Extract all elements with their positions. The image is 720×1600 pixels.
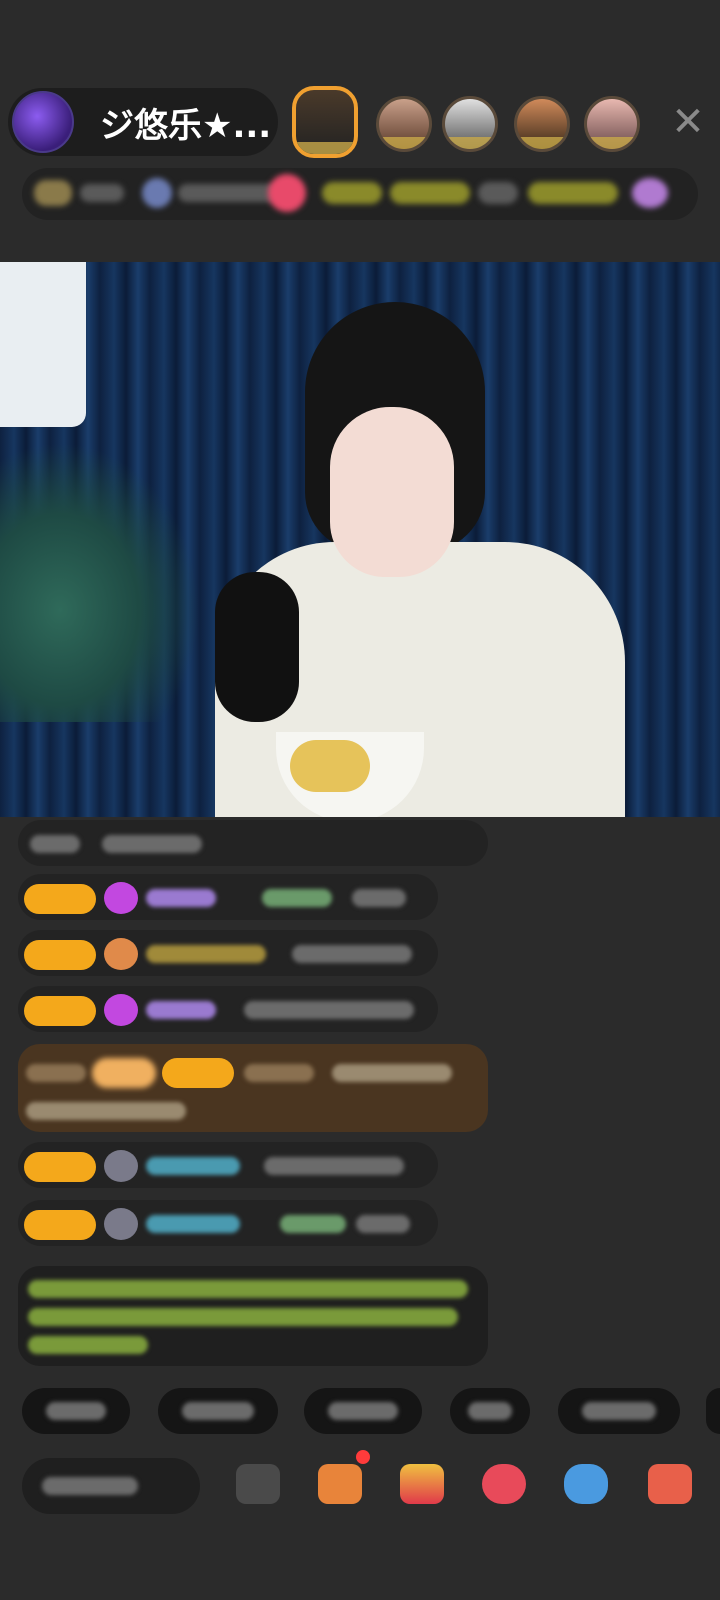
blurred-tag-4[interactable] xyxy=(528,182,618,204)
more-grid-icon[interactable] xyxy=(648,1464,692,1504)
system-notice xyxy=(18,1266,488,1366)
plant xyxy=(0,442,200,722)
host-name: ジ悠乐★... xyxy=(100,105,272,146)
purple-icon[interactable] xyxy=(632,178,668,208)
quick-reply-chip[interactable] xyxy=(558,1388,680,1434)
viewer-avatar-3[interactable] xyxy=(442,96,498,152)
gem-icon xyxy=(104,882,138,914)
level-badge xyxy=(24,884,96,914)
gift-message[interactable] xyxy=(18,1044,488,1132)
quick-reply-chip[interactable] xyxy=(450,1388,530,1434)
blurred-tag-2[interactable] xyxy=(390,182,470,204)
blurred-info-2 xyxy=(142,178,172,208)
viewer-avatar-2[interactable] xyxy=(376,96,432,152)
quick-reply-chip[interactable] xyxy=(706,1388,720,1434)
quick-reply-chip[interactable] xyxy=(22,1388,130,1434)
chat-input[interactable] xyxy=(22,1458,200,1514)
level-badge xyxy=(162,1058,234,1088)
quick-reply-chip[interactable] xyxy=(158,1388,278,1434)
heart-icon[interactable] xyxy=(482,1464,526,1504)
gift-box-icon[interactable] xyxy=(318,1464,362,1504)
level-badge xyxy=(24,1210,96,1240)
viewer-avatar-4[interactable] xyxy=(514,96,570,152)
level-badge xyxy=(24,940,96,970)
emoji-icon[interactable] xyxy=(236,1464,280,1504)
host-profile-pill[interactable]: ジ悠乐★... xyxy=(8,88,278,156)
host-avatar[interactable] xyxy=(12,91,74,153)
room-info-bar[interactable] xyxy=(22,168,698,220)
username[interactable] xyxy=(146,1001,216,1019)
viewer-avatar-1[interactable] xyxy=(292,86,358,158)
user-icon xyxy=(104,1208,138,1240)
level-badge xyxy=(24,996,96,1026)
lamp xyxy=(0,262,86,427)
blurred-tag-3[interactable] xyxy=(478,182,518,204)
username[interactable] xyxy=(146,945,266,963)
viewer-avatar-5[interactable] xyxy=(584,96,640,152)
username[interactable] xyxy=(146,1215,240,1233)
close-icon[interactable]: ✕ xyxy=(666,100,710,144)
chat-message[interactable] xyxy=(18,1142,438,1188)
level-badge xyxy=(24,1152,96,1182)
username[interactable] xyxy=(146,889,216,907)
gem-icon xyxy=(104,994,138,1026)
blurred-tag-1[interactable] xyxy=(322,182,382,204)
notification-dot xyxy=(356,1450,370,1464)
blurred-info-3 xyxy=(178,184,278,202)
food xyxy=(290,740,370,792)
streamer-face xyxy=(330,407,454,577)
quick-reply-chip[interactable] xyxy=(304,1388,422,1434)
rank-badge[interactable] xyxy=(34,180,72,206)
blurred-info-1 xyxy=(80,184,124,202)
username[interactable] xyxy=(146,1157,240,1175)
fan-icon xyxy=(104,938,138,970)
chat-message[interactable] xyxy=(18,874,438,920)
chat-message[interactable] xyxy=(18,986,438,1032)
user-icon xyxy=(104,1150,138,1182)
live-video[interactable] xyxy=(0,262,720,817)
chat-message[interactable] xyxy=(18,820,488,866)
chat-message[interactable] xyxy=(18,1200,438,1246)
gift-badge xyxy=(92,1058,156,1088)
microphone xyxy=(215,572,299,722)
chat-message[interactable] xyxy=(18,930,438,976)
red-packet-icon[interactable] xyxy=(400,1464,444,1504)
game-icon[interactable] xyxy=(564,1464,608,1504)
red-icon[interactable] xyxy=(268,174,306,212)
